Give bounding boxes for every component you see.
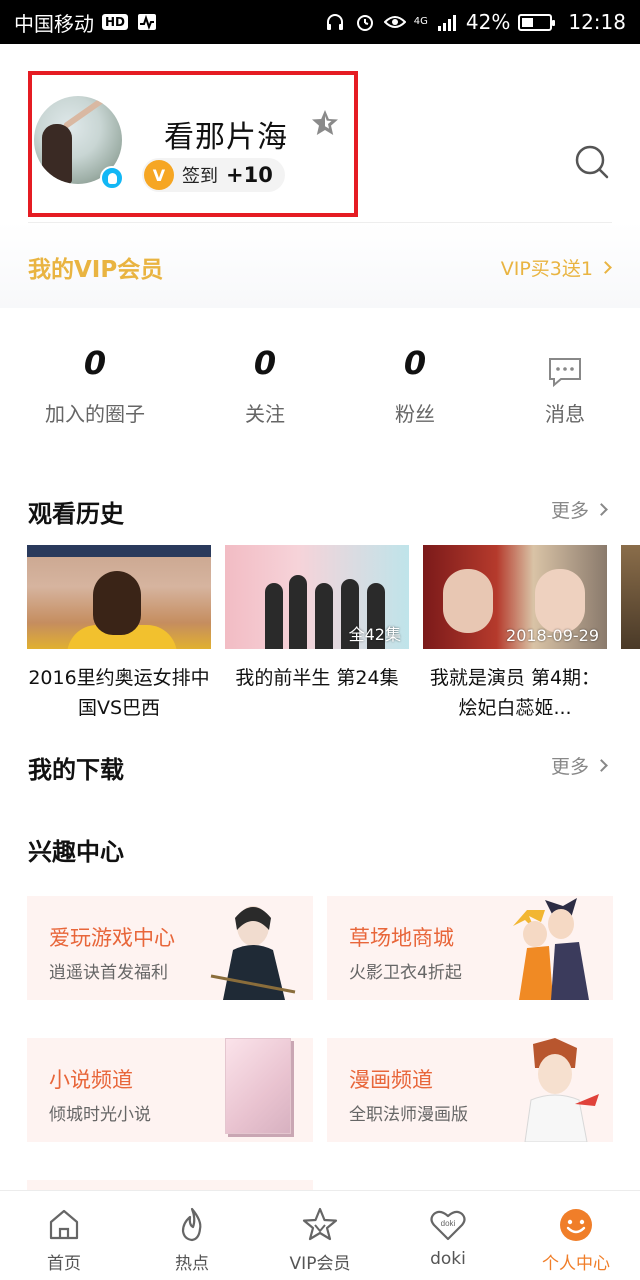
book-cover-image (225, 1038, 291, 1134)
tab-label: doki (430, 1249, 466, 1269)
interest-card-comics[interactable]: 漫画频道 全职法师漫画版 (327, 1038, 613, 1142)
interest-title: 兴趣中心 (28, 838, 124, 866)
tab-vip[interactable]: VIP会员 (256, 1191, 384, 1280)
downloads-title: 我的下载 (28, 756, 124, 784)
star-icon[interactable] (310, 108, 340, 138)
doki-heart-icon: doki (430, 1210, 466, 1241)
hd-badge: HD (102, 14, 129, 30)
clock: 12:18 (568, 10, 626, 34)
stat-messages[interactable]: 消息 (490, 340, 640, 440)
vip-banner[interactable]: 我的VIP会员 VIP买3送1 (0, 222, 640, 308)
flame-icon (181, 1207, 202, 1242)
network-type: 4G (413, 16, 428, 27)
tab-profile[interactable]: 个人中心 (512, 1191, 640, 1280)
tab-home[interactable]: 首页 (0, 1191, 128, 1280)
battery-icon (518, 13, 556, 31)
vip-title: 我的VIP会员 (28, 257, 164, 283)
downloads-more-link[interactable]: 更多 (550, 752, 608, 779)
history-thumbnail[interactable]: 2018-09-29 (423, 545, 607, 649)
card-title: 小说频道 (49, 1068, 133, 1092)
headphones-icon (324, 11, 346, 33)
battery-percent: 42% (465, 10, 511, 34)
carrier-name: 中国移动 (14, 11, 94, 36)
stat-value: 0 (403, 344, 427, 382)
bottom-tab-bar: 首页 热点 VIP会员 doki doki 个人中心 (0, 1190, 640, 1280)
date-tag: 2018-09-29 (506, 626, 599, 645)
card-title: 草场地商城 (349, 926, 454, 950)
svg-text:doki: doki (441, 1219, 456, 1228)
tab-label: 热点 (175, 1254, 209, 1274)
activity-icon (136, 11, 158, 33)
stat-following[interactable]: 0 关注 (190, 340, 340, 440)
alarm-icon (354, 11, 376, 33)
history-item-title[interactable]: 我就是演员 第4期：烩妃白蕊姬... (420, 663, 610, 723)
vip-promo-link[interactable]: VIP买3送1 (500, 254, 612, 281)
profile-header: 看那片海 V 签到 +10 (0, 44, 640, 222)
tab-label: 个人中心 (542, 1254, 610, 1274)
card-title: 爱玩游戏中心 (49, 926, 175, 950)
anime-character-image (513, 898, 589, 1000)
tab-label: 首页 (47, 1254, 81, 1274)
anime-character-image (524, 1038, 599, 1142)
vip-level-badge: V (144, 160, 174, 190)
stat-label: 加入的圈子 (45, 402, 145, 426)
card-title: 漫画频道 (349, 1068, 433, 1092)
checkin-button[interactable]: V 签到 +10 (142, 158, 285, 192)
vip-promo-label: VIP买3送1 (500, 258, 593, 280)
history-thumbnail[interactable] (621, 545, 640, 649)
card-subtitle: 逍遥诀首发福利 (49, 963, 168, 983)
card-subtitle: 全职法师漫画版 (349, 1105, 468, 1125)
checkin-label: 签到 (182, 166, 218, 187)
history-thumbnail[interactable]: 全42集 (225, 545, 409, 649)
stat-value: 0 (83, 344, 107, 382)
vip-star-icon (302, 1207, 338, 1241)
history-more-link[interactable]: 更多 (550, 496, 608, 523)
more-label: 更多 (550, 500, 589, 522)
home-icon (49, 1209, 79, 1240)
message-icon (549, 358, 581, 388)
history-thumbnail[interactable] (27, 545, 211, 649)
eye-icon (383, 11, 406, 33)
card-subtitle: 倾城时光小说 (49, 1105, 151, 1125)
chevron-right-icon (595, 503, 608, 516)
stat-fans[interactable]: 0 粉丝 (340, 340, 490, 440)
game-character-image (210, 906, 296, 1000)
tab-doki[interactable]: doki doki (384, 1191, 512, 1280)
username[interactable]: 看那片海 (164, 112, 288, 156)
more-label: 更多 (550, 756, 589, 778)
card-subtitle: 火影卫衣4折起 (349, 963, 462, 983)
tab-label: VIP会员 (289, 1254, 351, 1274)
stat-label: 粉丝 (395, 402, 435, 426)
interest-card-shop[interactable]: 草场地商城 火影卫衣4折起 (327, 896, 613, 1000)
chevron-right-icon (599, 261, 612, 274)
signal-icon (436, 11, 458, 33)
history-item-title[interactable]: 我的前半生 第24集 (222, 663, 412, 693)
stat-value: 0 (253, 344, 277, 382)
smiley-icon (560, 1209, 592, 1241)
interest-card-games[interactable]: 爱玩游戏中心 逍遥诀首发福利 (27, 896, 313, 1000)
history-title: 观看历史 (28, 500, 124, 528)
history-item-title[interactable]: 2016里约奥运女排中国VS巴西 (24, 663, 214, 723)
stat-label: 关注 (245, 402, 285, 426)
status-bar: 中国移动 HD 4G 42% 12:18 (0, 0, 640, 44)
stat-label: 消息 (545, 402, 585, 426)
interest-card-novels[interactable]: 小说频道 倾城时光小说 (27, 1038, 313, 1142)
divider (28, 222, 612, 223)
interest-card-partial (27, 1180, 313, 1190)
qq-icon (100, 166, 124, 190)
tab-hot[interactable]: 热点 (128, 1191, 256, 1280)
search-icon[interactable] (574, 144, 610, 180)
history-list: 2016里约奥运女排中国VS巴西 全42集 我的前半生 第24集 2018-09… (0, 545, 640, 725)
episode-count-tag: 全42集 (348, 625, 401, 644)
stats-row: 0 加入的圈子 0 关注 0 粉丝 消息 (0, 340, 640, 440)
chevron-right-icon (595, 759, 608, 772)
checkin-points: +10 (226, 163, 273, 187)
stat-circles[interactable]: 0 加入的圈子 (0, 340, 190, 440)
